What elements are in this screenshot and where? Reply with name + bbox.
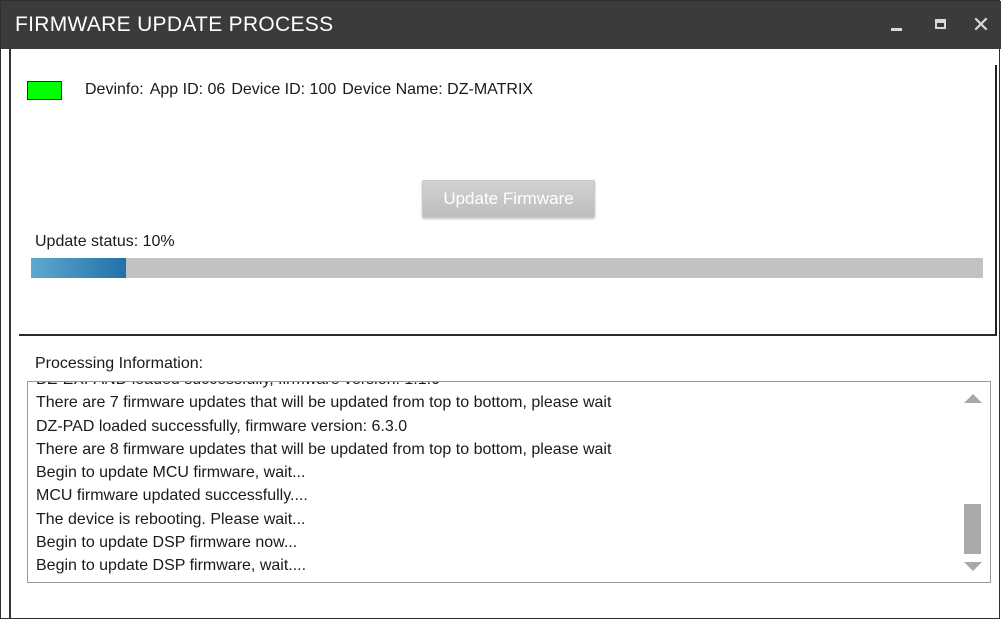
log-line: DZ-PAD loaded successfully, firmware ver… <box>36 417 408 435</box>
log-line: Begin to update DSP firmware, wait.... <box>36 557 307 575</box>
log-line: There are 7 firmware updates that will b… <box>36 394 612 412</box>
section-divider <box>19 334 997 336</box>
app-id: App ID: 06 <box>149 81 226 98</box>
update-status-text: Update status: 10% <box>35 233 175 250</box>
update-progress-fill <box>31 258 127 278</box>
panel-right-border <box>995 65 997 335</box>
device-info: Devinfo: App ID: 06 Device ID: 100 Device N… <box>85 81 539 99</box>
window-title: FIRMWARE UPDATE PROCESS <box>15 13 334 36</box>
devinfo-label: Devinfo: <box>85 81 144 98</box>
log-line: Begin to update DSP firmware now... <box>36 534 298 552</box>
update-firmware-button[interactable]: Update Firmware <box>422 180 595 218</box>
firmware-update-window: FIRMWARE UPDATE PROCESS ✕ Devinfo: App ID… <box>0 0 1001 619</box>
update-progress-bar <box>31 258 983 278</box>
device-id: Device ID: 100 <box>231 81 337 98</box>
log-line: Begin to update MCU firmware, wait... <box>36 464 306 482</box>
close-icon[interactable]: ✕ <box>967 11 995 39</box>
scroll-thumb[interactable] <box>964 504 981 554</box>
device-name: Device Name: DZ-MATRIX <box>342 81 534 98</box>
window-left-border <box>9 49 11 619</box>
log-lines: DZ-EXPAND loaded successfully, firmware … <box>36 382 950 578</box>
log-line: DZ-EXPAND loaded successfully, firmware … <box>36 382 950 391</box>
log-line: The device is rebooting. Please wait... <box>36 510 306 528</box>
processing-info-label: Processing Information: <box>35 355 204 372</box>
log-scrollbar[interactable] <box>954 382 990 582</box>
maximize-icon[interactable] <box>927 11 955 39</box>
log-line: MCU firmware updated successfully.... <box>36 487 308 505</box>
scroll-down-arrow-icon[interactable] <box>964 562 982 571</box>
processing-log[interactable]: DZ-EXPAND loaded successfully, firmware … <box>27 381 991 583</box>
log-line: There are 8 firmware updates that will b… <box>36 440 612 458</box>
scroll-up-arrow-icon[interactable] <box>964 394 982 403</box>
device-status-indicator <box>27 81 62 100</box>
title-bar[interactable]: FIRMWARE UPDATE PROCESS ✕ <box>1 1 1001 49</box>
minimize-icon[interactable] <box>883 11 911 39</box>
